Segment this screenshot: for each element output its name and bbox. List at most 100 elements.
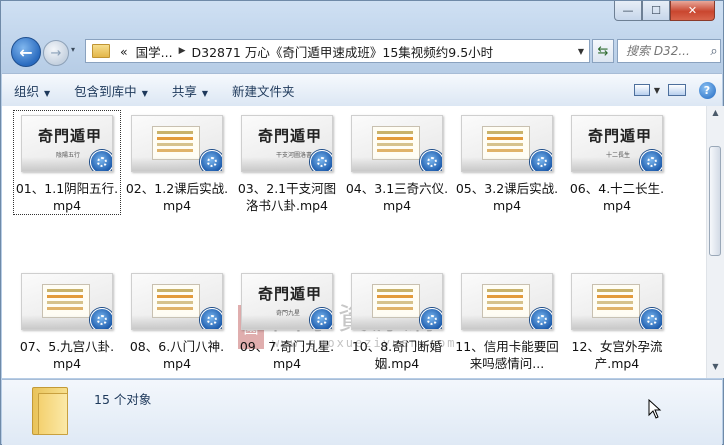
close-button[interactable]: ✕	[670, 1, 715, 21]
media-player-icon	[530, 150, 552, 171]
video-thumbnail	[131, 273, 223, 330]
slide-content	[152, 126, 200, 160]
scroll-thumb[interactable]	[709, 146, 721, 256]
file-name: 09、7.奇门九星.mp4	[239, 339, 335, 371]
explorer-window: — ☐ ✕ ← → ▾ « 国学... ▶ D32871 万心《奇门遁甲速成班》…	[0, 0, 724, 445]
video-thumbnail	[461, 115, 553, 172]
back-button[interactable]: ←	[11, 37, 41, 67]
preview-pane-icon	[668, 84, 686, 96]
vertical-scrollbar[interactable]: ▲ ▼	[706, 106, 724, 378]
include-in-library-label: 包含到库中	[74, 83, 137, 99]
share-menu[interactable]: 共享 ▼	[160, 81, 220, 100]
maximize-button[interactable]: ☐	[642, 1, 670, 21]
video-thumbnail: 奇門遁甲 十二長生	[571, 115, 663, 172]
chevron-down-icon: ▼	[44, 88, 51, 98]
folder-front-shape	[38, 393, 68, 435]
media-player-icon	[420, 308, 442, 329]
share-label: 共享	[171, 83, 197, 99]
video-thumbnail: 奇門遁甲 干支河圖洛書八卦	[241, 115, 333, 172]
video-thumbnail	[21, 273, 113, 330]
thumbnail-title: 奇門遁甲	[588, 127, 653, 145]
minimize-button[interactable]: —	[614, 1, 642, 21]
item-count: 15 个对象	[94, 392, 152, 407]
file-name: 04、3.1三奇六仪.mp4	[345, 181, 449, 213]
file-item[interactable]: 07、5.九宫八卦.mp4	[14, 269, 120, 372]
organize-menu[interactable]: 组织 ▼	[2, 81, 62, 100]
slide-content	[152, 284, 200, 318]
file-item[interactable]: 11、信用卡能要回来吗感情问...	[454, 269, 560, 372]
slide-content	[482, 126, 530, 160]
slide-content	[592, 284, 640, 318]
toolbar-right: ▼ ?	[632, 79, 722, 101]
video-thumbnail: 奇門遁甲 陰陽五行	[21, 115, 113, 172]
breadcrumb-current[interactable]: D32871 万心《奇门遁甲速成班》15集视频约9.5小时	[188, 42, 498, 61]
chevron-down-icon: ▼	[141, 88, 148, 98]
media-player-icon	[90, 150, 112, 171]
file-item[interactable]: 10、8.奇门断婚姻.mp4	[344, 269, 450, 372]
search-box[interactable]: ⌕	[617, 39, 721, 63]
video-thumbnail	[351, 115, 443, 172]
video-thumbnail	[461, 273, 553, 330]
forward-button[interactable]: →	[43, 40, 69, 66]
scroll-down-arrow[interactable]: ▼	[709, 362, 722, 376]
thumbnail-title: 奇門遁甲	[258, 285, 323, 303]
file-name: 03、2.1干支河图洛书八卦.mp4	[237, 181, 337, 213]
file-item[interactable]: 04、3.1三奇六仪.mp4	[344, 111, 450, 214]
media-player-icon	[530, 308, 552, 329]
file-name: 05、3.2课后实战.mp4	[455, 181, 559, 213]
file-item[interactable]: 12、女宫外孕流产.mp4	[564, 269, 670, 372]
search-icon[interactable]: ⌕	[708, 44, 720, 59]
media-player-icon	[200, 308, 222, 329]
video-thumbnail	[351, 273, 443, 330]
scroll-up-arrow[interactable]: ▲	[709, 108, 722, 122]
file-item[interactable]: 奇門遁甲 干支河圖洛書八卦 03、2.1干支河图洛书八卦.mp4	[234, 111, 340, 214]
slide-content	[482, 284, 530, 318]
chevron-down-icon: ▼	[201, 88, 209, 98]
video-thumbnail	[571, 273, 663, 330]
media-player-icon	[640, 150, 662, 171]
file-name: 11、信用卡能要回来吗感情问...	[455, 339, 559, 371]
recent-pages-dropdown[interactable]: ▾	[71, 45, 75, 54]
refresh-button[interactable]: ⇆	[592, 39, 614, 63]
slide-content	[42, 284, 90, 318]
media-player-icon	[640, 308, 662, 329]
command-bar: 组织 ▼ 包含到库中 ▼ 共享 ▼ 新建文件夹 ▼ ?	[2, 73, 722, 107]
include-in-library-menu[interactable]: 包含到库中 ▼	[62, 81, 160, 100]
file-name: 02、1.2课后实战.mp4	[125, 181, 229, 213]
chevron-down-icon[interactable]: ▼	[573, 47, 589, 56]
file-item[interactable]: 08、6.八门八神.mp4	[124, 269, 230, 372]
view-icon	[633, 84, 650, 96]
file-name: 12、女宫外孕流产.mp4	[571, 339, 663, 371]
file-item[interactable]: 奇門遁甲 陰陽五行 01、1.1阴阳五行.mp4	[13, 110, 121, 215]
media-player-icon	[90, 308, 112, 329]
file-item[interactable]: 05、3.2课后实战.mp4	[454, 111, 560, 214]
details-pane: 15 个对象	[2, 379, 722, 445]
file-name: 07、5.九宫八卦.mp4	[19, 339, 115, 371]
breadcrumb-parent[interactable]: 国学...	[132, 42, 177, 61]
slide-content	[372, 284, 420, 318]
help-icon: ?	[698, 81, 716, 99]
thumbnail-title: 奇門遁甲	[38, 127, 103, 145]
address-bar[interactable]: « 国学... ▶ D32871 万心《奇门遁甲速成班》15集视频约9.5小时 …	[85, 39, 590, 63]
file-item[interactable]: 奇門遁甲 十二長生 06、4.十二长生.mp4	[564, 111, 670, 214]
caption-buttons: — ☐ ✕	[614, 1, 715, 21]
search-input[interactable]	[624, 43, 708, 59]
path-overflow-button[interactable]: «	[116, 44, 132, 59]
slide-content	[372, 126, 420, 160]
file-item[interactable]: 02、1.2课后实战.mp4	[124, 111, 230, 214]
file-name: 10、8.奇门断婚姻.mp4	[351, 339, 443, 371]
thumbnail-title: 奇門遁甲	[258, 127, 323, 145]
file-name: 01、1.1阴阳五行.mp4	[15, 181, 119, 213]
chevron-down-icon: ▼	[653, 85, 661, 95]
folder-icon	[92, 44, 110, 58]
help-button[interactable]: ?	[692, 79, 722, 101]
new-folder-button[interactable]: 新建文件夹	[220, 81, 307, 100]
file-name: 06、4.十二长生.mp4	[569, 181, 665, 213]
file-item[interactable]: 奇門遁甲 奇門九星 09、7.奇门九星.mp4	[234, 269, 340, 372]
preview-pane-button[interactable]	[662, 79, 692, 101]
chevron-right-icon[interactable]: ▶	[177, 46, 188, 56]
navigation-bar: ← → ▾ « 国学... ▶ D32871 万心《奇门遁甲速成班》15集视频约…	[7, 37, 721, 67]
video-thumbnail: 奇門遁甲 奇門九星	[241, 273, 333, 330]
media-player-icon	[420, 150, 442, 171]
change-view-button[interactable]: ▼	[632, 79, 662, 101]
